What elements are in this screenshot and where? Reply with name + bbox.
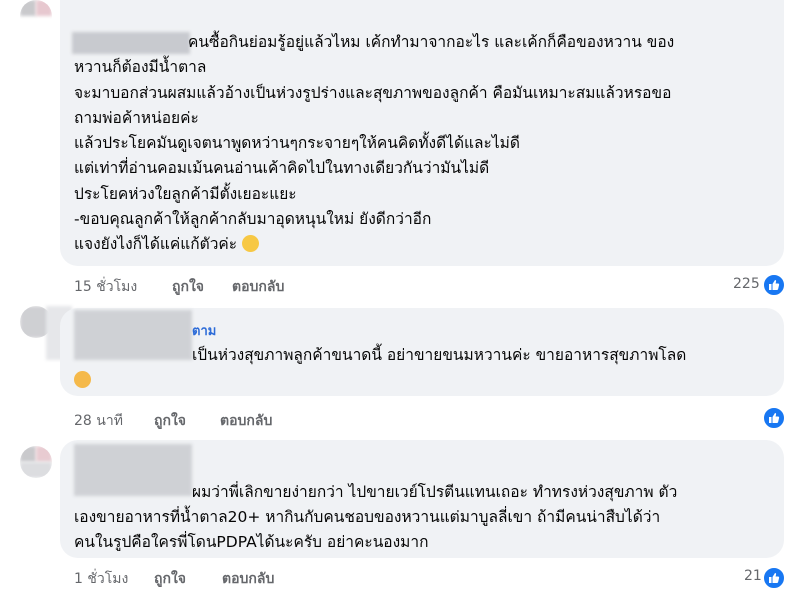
comment-emoji-line bbox=[74, 368, 91, 393]
comment-line: ประโยคห่วงใยลูกค้ามีตั้งเยอะแยะ bbox=[74, 185, 297, 203]
comment-line: แจงยังไงก็ได้แค่แก้ตัวค่ะ bbox=[74, 232, 260, 257]
reply-button[interactable]: ตอบกลับ bbox=[222, 568, 274, 590]
avatar[interactable] bbox=[20, 0, 52, 32]
reaction-count[interactable]: 225 bbox=[733, 276, 760, 292]
thinking-face-emoji bbox=[242, 235, 260, 252]
comment-line: ถามพ่อค้าหน่อยค่ะ bbox=[74, 109, 199, 127]
comment-actions: 1 ชั่วโมง ถูกใจ ตอบกลับ bbox=[74, 568, 374, 588]
reply-button[interactable]: ตอบกลับ bbox=[232, 276, 284, 298]
timestamp[interactable]: 15 ชั่วโมง bbox=[74, 276, 137, 298]
comment-actions: 15 ชั่วโมง ถูกใจ ตอบกลับ bbox=[74, 276, 374, 296]
redacted-name bbox=[72, 32, 190, 54]
comment-line-text: แจงยังไงก็ได้แค่แก้ตัวค่ะ bbox=[74, 235, 238, 253]
reply-button[interactable]: ตอบกลับ bbox=[220, 410, 272, 432]
commenter-name[interactable]: ตาม bbox=[192, 320, 216, 341]
comment-line: คนในรูปคือใครพี่โดนPDPAได้นะครับ อย่าคะน… bbox=[74, 533, 429, 551]
comment-line: จะมาบอกส่วนผสมแล้วอ้างเป็นห่วงรูปร่างและ… bbox=[74, 84, 672, 102]
comment-line: คนซื้อกินย่อมรู้อยู่แล้วไหม เค้กทำมาจากอ… bbox=[188, 33, 675, 51]
like-icon bbox=[762, 273, 786, 297]
comment-actions: 28 นาที ถูกใจ ตอบกลับ bbox=[74, 410, 374, 430]
like-icon bbox=[762, 566, 786, 590]
sad-face-emoji bbox=[74, 371, 91, 388]
comment-line: หวานก็ต้องมีน้ำตาล bbox=[74, 58, 207, 76]
comment-line: -ขอบคุณลูกค้าให้ลูกค้ากลับมาอุดหนุนใหม่ … bbox=[74, 210, 432, 228]
redacted-name bbox=[74, 444, 192, 496]
like-button[interactable]: ถูกใจ bbox=[154, 410, 186, 432]
comment-bubble: ผมว่าพี่เลิกขายง่ายกว่า ไปขายเวย์โปรตีนแ… bbox=[60, 440, 784, 558]
comment-line: เองขายอาหารที่น้ำตาล20+ หากินกับคนชอบของ… bbox=[74, 508, 661, 526]
comment-line: ผมว่าพี่เลิกขายง่ายกว่า ไปขายเวย์โปรตีนแ… bbox=[192, 483, 678, 501]
avatar[interactable] bbox=[20, 446, 52, 478]
comment-line: แต่เท่าที่อ่านคอมเม้นคนอ่านเค้าคิดไปในทา… bbox=[74, 159, 490, 177]
like-icon bbox=[762, 406, 786, 430]
comment-bubble: คนซื้อกินย่อมรู้อยู่แล้วไหม เค้กทำมาจากอ… bbox=[60, 0, 784, 266]
comment-bubble: ตาม เป็นห่วงสุขภาพลูกค้าขนาดนี้ อย่าขายข… bbox=[60, 308, 784, 396]
timestamp[interactable]: 28 นาที bbox=[74, 410, 123, 432]
redacted-name bbox=[74, 310, 192, 360]
timestamp[interactable]: 1 ชั่วโมง bbox=[74, 568, 128, 590]
comment-line: แล้วประโยคมันดูเจตนาพูดหว่านๆกระจายๆให้ค… bbox=[74, 134, 520, 152]
like-button[interactable]: ถูกใจ bbox=[154, 568, 186, 590]
like-button[interactable]: ถูกใจ bbox=[172, 276, 204, 298]
comment-line: เป็นห่วงสุขภาพลูกค้าขนาดนี้ อย่าขายขนมหว… bbox=[192, 346, 687, 364]
